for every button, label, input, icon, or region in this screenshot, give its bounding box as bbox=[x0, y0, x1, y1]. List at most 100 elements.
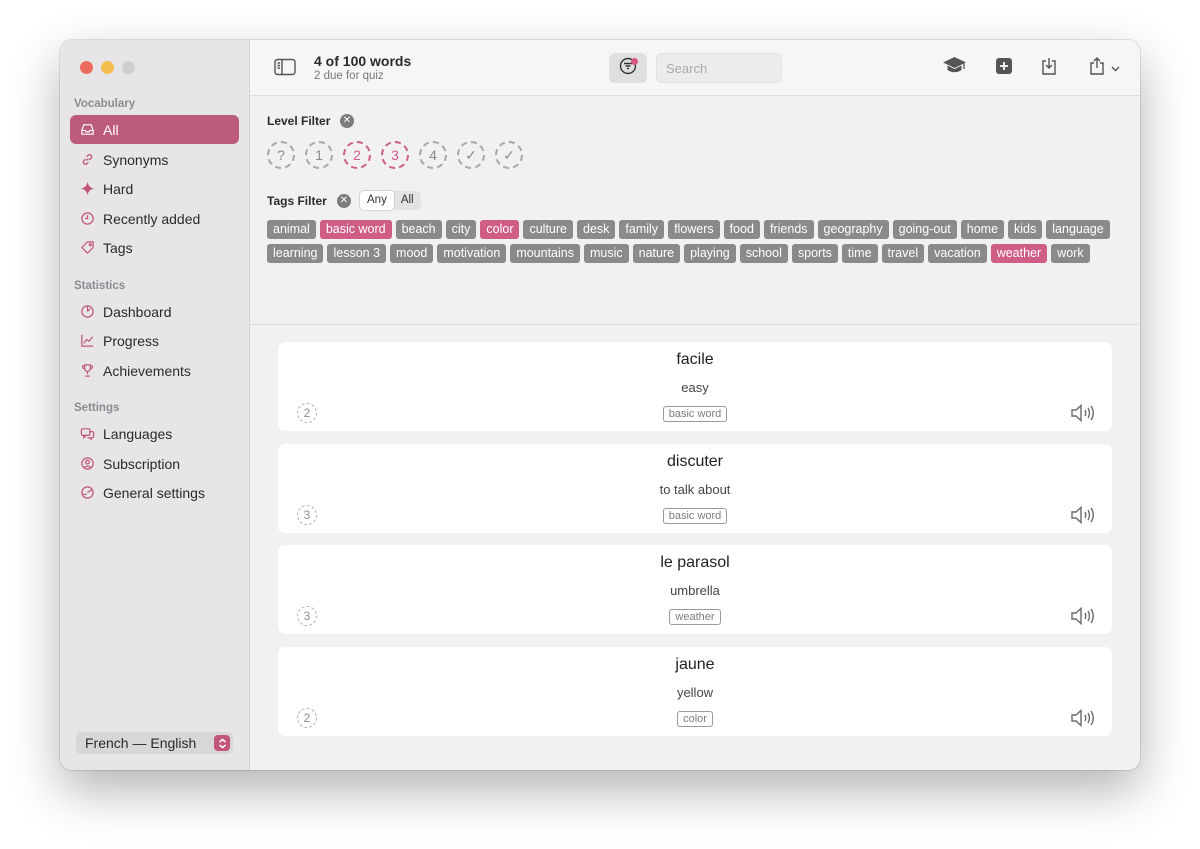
tag-chip[interactable]: kids bbox=[1008, 220, 1043, 239]
minimize-window-button[interactable] bbox=[101, 61, 114, 74]
sidebar-item-achievements[interactable]: Achievements bbox=[70, 356, 239, 385]
share-icon bbox=[1088, 56, 1106, 81]
tag-chip[interactable]: beach bbox=[395, 220, 442, 239]
chevron-up-down-icon bbox=[214, 735, 230, 751]
speaker-icon[interactable] bbox=[1070, 707, 1096, 729]
tag-chip[interactable]: basic word bbox=[319, 220, 392, 239]
word-list: facile easy basic word 2 discuter to talk abo… bbox=[250, 325, 1140, 770]
zoom-window-button[interactable] bbox=[122, 61, 135, 74]
filter-button[interactable] bbox=[609, 53, 647, 83]
sidebar-item-all[interactable]: All bbox=[70, 115, 239, 144]
tag-chip[interactable]: mountains bbox=[510, 244, 580, 263]
tag-chip[interactable]: travel bbox=[881, 244, 925, 263]
sidebar-item-languages[interactable]: Languages bbox=[70, 419, 239, 448]
speaker-icon[interactable] bbox=[1070, 402, 1096, 424]
tray-icon bbox=[79, 122, 95, 138]
sidebar-item-label: Synonyms bbox=[103, 151, 169, 168]
translation-text: to talk about bbox=[659, 481, 731, 497]
link-icon bbox=[79, 152, 95, 168]
add-word-button[interactable] bbox=[991, 56, 1017, 80]
quiz-button[interactable] bbox=[941, 56, 967, 80]
tag-match-mode-control: Any All bbox=[360, 191, 421, 210]
sidebar-item-general-settings[interactable]: General settings bbox=[70, 478, 239, 507]
close-window-button[interactable] bbox=[80, 61, 93, 74]
sidebar-item-hard[interactable]: Hard bbox=[70, 174, 239, 203]
trophy-icon bbox=[79, 363, 95, 379]
level-mastered-toggle[interactable]: ✓ bbox=[495, 141, 523, 169]
level-filter-options: ? 1 2 3 4 ✓ ✓ bbox=[267, 141, 523, 169]
speech-bubbles-icon bbox=[79, 426, 95, 442]
search-input[interactable] bbox=[656, 53, 782, 83]
share-button[interactable] bbox=[1084, 56, 1124, 80]
tag-chip[interactable]: weather bbox=[990, 244, 1048, 263]
match-any-option[interactable]: Any bbox=[360, 191, 394, 210]
tag-chip[interactable]: music bbox=[584, 244, 629, 263]
level-unknown-toggle[interactable]: ? bbox=[267, 141, 295, 169]
match-all-option[interactable]: All bbox=[394, 191, 421, 210]
level-2-toggle[interactable]: 2 bbox=[343, 141, 371, 169]
sidebar-item-dashboard[interactable]: Dashboard bbox=[70, 297, 239, 326]
tag-chip[interactable]: city bbox=[445, 220, 477, 239]
level-3-toggle[interactable]: 3 bbox=[381, 141, 409, 169]
tag-chip[interactable]: friends bbox=[764, 220, 814, 239]
tag-chip[interactable]: nature bbox=[632, 244, 681, 263]
word-card[interactable]: discuter to talk about basic word 3 bbox=[278, 443, 1112, 533]
word-card[interactable]: facile easy basic word 2 bbox=[278, 342, 1112, 431]
sidebar-item-label: General settings bbox=[103, 484, 205, 501]
clear-tags-filter-button[interactable]: ✕ bbox=[337, 194, 351, 208]
word-card[interactable]: le parasol umbrella weather 3 bbox=[278, 545, 1112, 634]
tag-chip[interactable]: time bbox=[841, 244, 878, 263]
tag-chip[interactable]: motivation bbox=[437, 244, 507, 263]
tag-chip[interactable]: food bbox=[723, 220, 761, 239]
sidebar-item-label: Subscription bbox=[103, 455, 181, 472]
tag-chip[interactable]: animal bbox=[267, 220, 316, 239]
language-pair-select[interactable]: French — English bbox=[76, 732, 233, 754]
sidebar-item-label: All bbox=[103, 121, 119, 138]
tag-chip[interactable]: language bbox=[1046, 220, 1110, 239]
sidebar-item-recently-added[interactable]: Recently added bbox=[70, 204, 239, 233]
tag-chip[interactable]: color bbox=[480, 220, 520, 239]
tag-chip[interactable]: flowers bbox=[668, 220, 720, 239]
level-4-toggle[interactable]: 4 bbox=[419, 141, 447, 169]
tag-chip[interactable]: mood bbox=[390, 244, 434, 263]
word-text: discuter bbox=[666, 452, 724, 470]
sidebar-item-tags[interactable]: Tags bbox=[70, 233, 239, 262]
word-text: facile bbox=[676, 351, 714, 368]
tag-chip[interactable]: desk bbox=[577, 220, 616, 239]
tag-chip[interactable]: sports bbox=[791, 244, 838, 263]
clock-icon bbox=[79, 211, 95, 227]
chevron-down-icon bbox=[1111, 59, 1120, 77]
tag-chip[interactable]: work bbox=[1051, 244, 1090, 263]
word-text: jaune bbox=[675, 655, 715, 673]
sidebar-item-progress[interactable]: Progress bbox=[70, 326, 239, 355]
sidebar-toggle-icon[interactable] bbox=[274, 58, 296, 76]
tag-chip[interactable]: home bbox=[960, 220, 1005, 239]
section-title-vocabulary: Vocabulary bbox=[74, 98, 136, 110]
clear-level-filter-button[interactable]: ✕ bbox=[340, 114, 354, 128]
level-1-toggle[interactable]: 1 bbox=[305, 141, 333, 169]
window-controls bbox=[80, 61, 135, 74]
tag-chip[interactable]: family bbox=[619, 220, 665, 239]
level-learned-toggle[interactable]: ✓ bbox=[457, 141, 485, 169]
tag-chip[interactable]: lesson 3 bbox=[327, 244, 387, 263]
tag-chip[interactable]: vacation bbox=[928, 244, 987, 263]
speaker-icon[interactable] bbox=[1070, 605, 1096, 627]
chart-line-icon bbox=[79, 333, 95, 349]
section-title-settings: Settings bbox=[74, 402, 120, 414]
gauge-icon bbox=[79, 304, 95, 320]
tag-chip[interactable]: school bbox=[739, 244, 788, 263]
tag-chip[interactable]: geography bbox=[817, 220, 889, 239]
translation-text: yellow bbox=[676, 684, 714, 700]
sidebar-item-label: Recently added bbox=[103, 210, 201, 227]
sidebar-item-label: Achievements bbox=[103, 362, 191, 379]
tag-chip[interactable]: learning bbox=[267, 244, 324, 263]
sidebar-item-subscription[interactable]: Subscription bbox=[70, 449, 239, 478]
sidebar-item-synonyms[interactable]: Synonyms bbox=[70, 145, 239, 174]
import-button[interactable] bbox=[1036, 56, 1062, 80]
tag-chip[interactable]: going-out bbox=[892, 220, 957, 239]
word-card[interactable]: jaune yellow color 2 bbox=[278, 646, 1112, 736]
tag-chip[interactable]: playing bbox=[684, 244, 736, 263]
sidebar-item-label: Tags bbox=[103, 239, 133, 256]
tag-chip[interactable]: culture bbox=[523, 220, 574, 239]
speaker-icon[interactable] bbox=[1070, 504, 1096, 526]
